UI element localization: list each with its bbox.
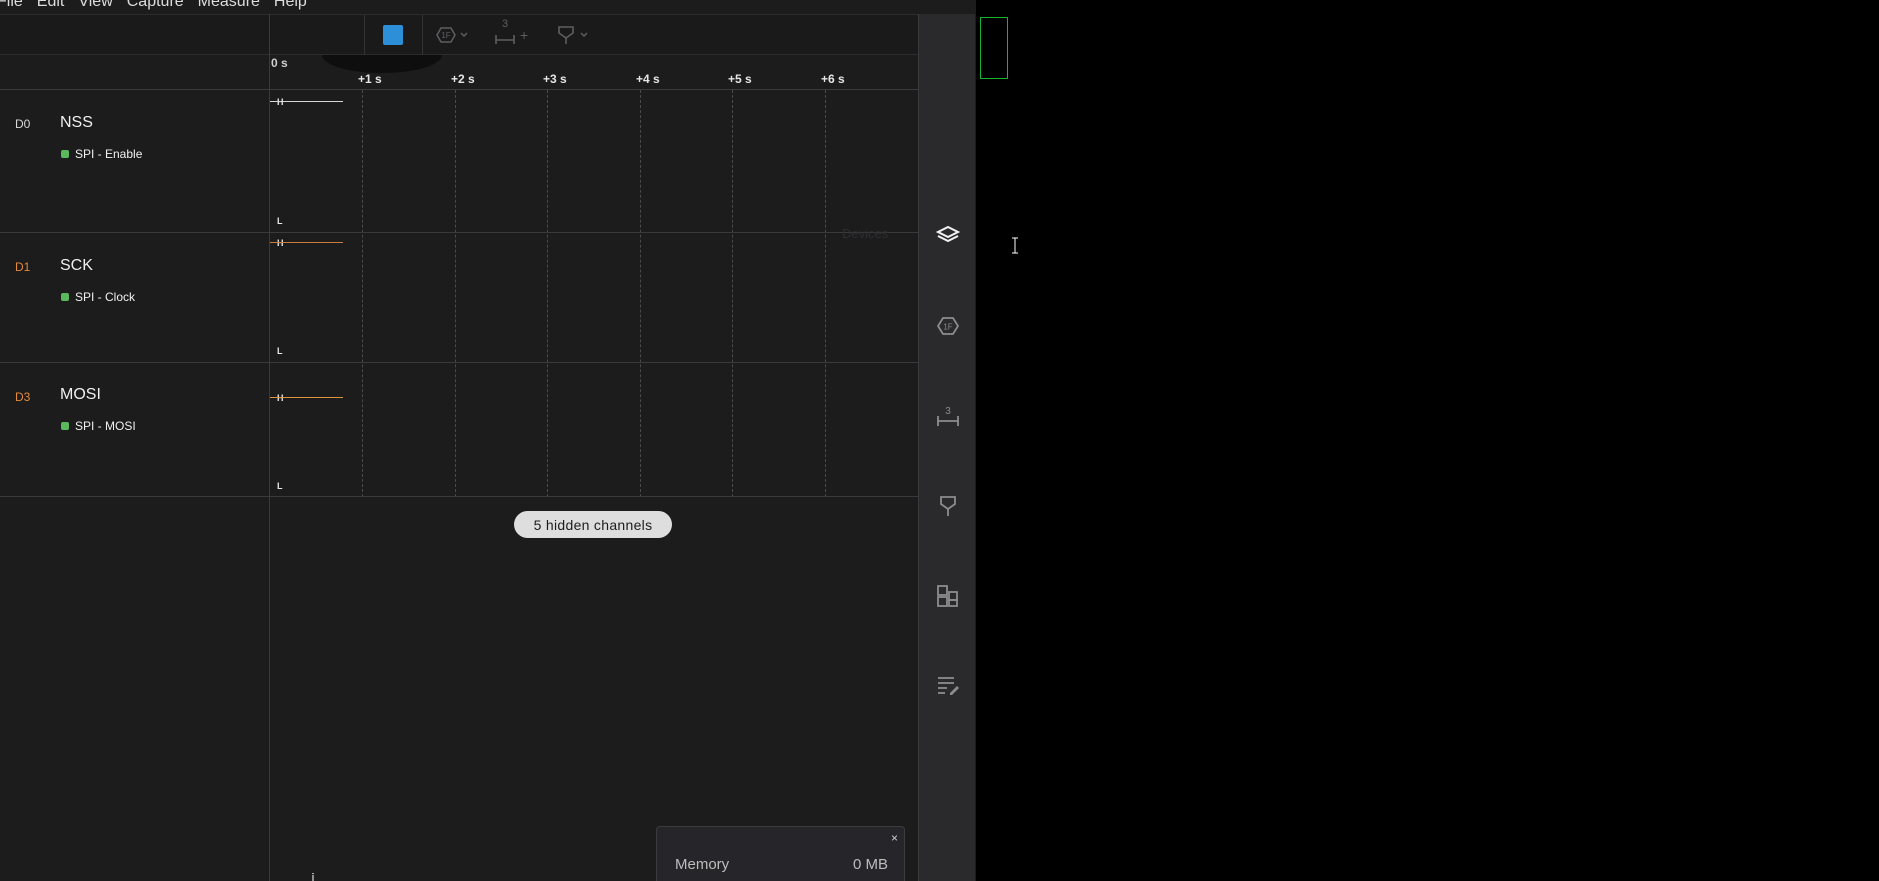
hidden-channels-button[interactable]: 5 hidden channels — [514, 511, 672, 538]
toolbar: 1F 3 + — [0, 14, 918, 55]
low-level-label: L — [277, 346, 283, 356]
menu-capture[interactable]: Capture — [120, 0, 191, 12]
signal-trace — [270, 242, 343, 243]
sidebar-notes-button[interactable] — [934, 671, 962, 699]
text-cursor-icon — [1012, 237, 1018, 254]
svg-text:1F: 1F — [943, 323, 952, 332]
svg-text:1F: 1F — [441, 31, 450, 40]
ruler-tick-label: +2 s — [451, 72, 475, 86]
measure-badge: 3 — [502, 18, 509, 30]
analyzer-color-dot — [61, 293, 69, 301]
timing-markers-icon — [940, 496, 956, 516]
partial-glyph — [310, 872, 324, 881]
sidebar-timing-markers-button[interactable] — [934, 492, 962, 520]
devices-icon — [936, 225, 960, 243]
analyzer-tag[interactable]: SPI - Enable — [61, 147, 142, 161]
menu-measure-label: Measure — [197, 0, 260, 10]
sidebar-measurements-button[interactable]: 3 — [934, 403, 962, 431]
menu-edit[interactable]: Edit — [30, 0, 72, 12]
memory-value: 0 MB — [852, 856, 888, 873]
measure-add-glyph: + — [520, 27, 529, 43]
signal-trace — [270, 397, 343, 398]
ruler-tick-label: +4 s — [636, 72, 660, 86]
analyzer-tag[interactable]: SPI - MOSI — [61, 419, 136, 433]
channel-id: D1 — [15, 260, 31, 274]
signal-trace — [270, 101, 343, 102]
selection-rectangle — [980, 17, 1008, 79]
chevron-down-icon — [580, 32, 588, 37]
ruler-left-spacer — [0, 55, 269, 90]
channel-row-d0[interactable]: D0 NSS SPI - Enable H L — [0, 90, 918, 233]
high-level-label: H — [277, 97, 284, 107]
memory-panel: × Memory 0 MB — [656, 826, 905, 881]
menu-view[interactable]: View — [71, 0, 119, 12]
menu-file-label: File — [0, 0, 23, 10]
logic-analyzer-window: File Edit View Capture Measure Help 1F 3… — [0, 0, 976, 881]
devices-tooltip-ghost: Devices — [842, 226, 889, 241]
sidebar-extensions-button[interactable] — [934, 582, 962, 610]
low-level-label: L — [277, 216, 283, 226]
measurements-icon: 3 — [937, 406, 959, 426]
timeline-overview-handle[interactable] — [322, 55, 442, 73]
analyzer-tag-label: SPI - MOSI — [75, 419, 136, 433]
analyzers-icon: 1F — [936, 317, 960, 335]
channel-id: D0 — [15, 117, 31, 131]
high-level-label: H — [277, 393, 284, 403]
timeline-ruler[interactable]: 0 s +1 s +2 s +3 s +4 s +5 s +6 s — [270, 55, 918, 90]
sidebar-analyzers-button[interactable]: 1F — [934, 312, 962, 340]
svg-text:3: 3 — [945, 406, 951, 417]
analyzer-tag-label: SPI - Enable — [75, 147, 143, 161]
stop-capture-button[interactable] — [383, 25, 403, 45]
analyzer-color-dot — [61, 422, 69, 430]
menu-edit-label: Edit — [36, 0, 65, 10]
ruler-tick-label: +3 s — [543, 72, 567, 86]
chevron-down-icon — [460, 32, 468, 37]
menu-file[interactable]: File — [0, 0, 30, 12]
analyzer-color-dot — [61, 150, 69, 158]
add-measurement-button[interactable]: 3 + — [494, 18, 529, 47]
marker-icon — [558, 26, 574, 44]
trigger-dropdown-button[interactable]: 1F — [436, 23, 469, 47]
right-sidebar: 1F 3 — [918, 14, 975, 881]
high-level-label: H — [277, 238, 284, 248]
toolbar-separator — [364, 15, 365, 55]
analyzer-tag[interactable]: SPI - Clock — [61, 290, 135, 304]
channel-name[interactable]: MOSI — [60, 386, 101, 404]
menu-view-label: View — [78, 0, 113, 10]
notes-icon — [938, 677, 959, 695]
memory-label: Memory — [675, 856, 730, 873]
extensions-icon — [937, 585, 958, 607]
ruler-tick-label: +6 s — [821, 72, 845, 86]
channel-id: D3 — [15, 390, 31, 404]
ruler-zero-label: 0 s — [271, 56, 288, 70]
menu-help-label: Help — [273, 0, 307, 10]
channel-row-d3[interactable]: D3 MOSI SPI - MOSI H L — [0, 363, 918, 497]
low-level-label: L — [277, 481, 283, 491]
sidebar-devices-button[interactable] — [934, 221, 962, 249]
channel-row-d1[interactable]: D1 SCK SPI - Clock H L — [0, 233, 918, 363]
menu-measure[interactable]: Measure — [191, 0, 267, 12]
channel-name[interactable]: SCK — [60, 257, 93, 275]
toolbar-separator — [422, 15, 423, 55]
channel-name[interactable]: NSS — [60, 114, 93, 132]
menu-capture-label: Capture — [126, 0, 184, 10]
trigger-icon: 1F — [436, 27, 456, 43]
ruler-tick-label: +1 s — [358, 72, 382, 86]
menu-bar: File Edit View Capture Measure Help — [0, 0, 976, 12]
analyzer-tag-label: SPI - Clock — [75, 290, 136, 304]
memory-close-button[interactable]: × — [891, 831, 898, 845]
ruler-tick-label: +5 s — [728, 72, 752, 86]
channel-label-divider[interactable] — [269, 14, 270, 881]
menu-help[interactable]: Help — [267, 0, 314, 12]
marker-dropdown-button[interactable] — [557, 23, 589, 47]
